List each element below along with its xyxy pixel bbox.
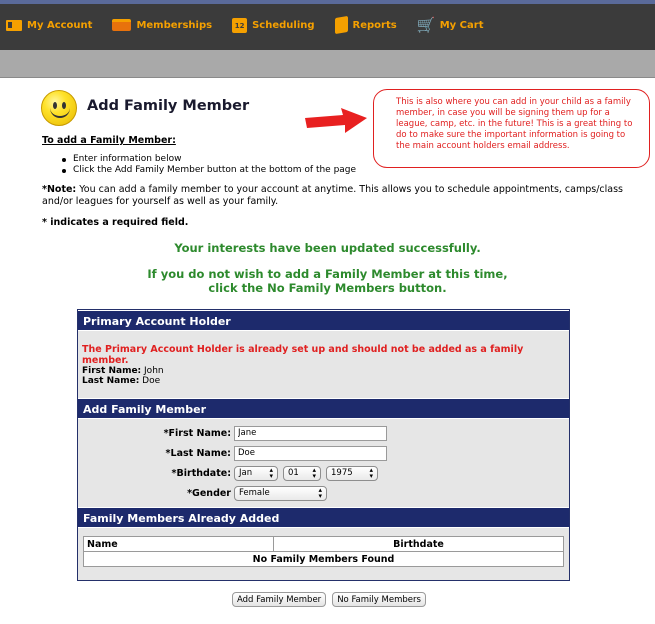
- nav-scheduling[interactable]: 12 Scheduling: [232, 17, 315, 33]
- annotation-callout: This is also where you can add in your c…: [373, 89, 650, 168]
- no-family-hint: If you do not wish to add a Family Membe…: [0, 267, 655, 295]
- table-row: No Family Members Found: [83, 551, 564, 567]
- note-label: *Note:: [42, 184, 77, 195]
- primary-first-value: John: [144, 366, 164, 376]
- nav-my-cart[interactable]: 🛒 My Cart: [416, 16, 484, 34]
- birthdate-label: *Birthdate:: [171, 467, 231, 479]
- col-name: Name: [83, 536, 274, 552]
- howto-steps: Enter information below Click the Add Fa…: [60, 154, 356, 176]
- smiley-mouth: [50, 107, 70, 118]
- success-message: Your interests have been updated success…: [174, 241, 481, 255]
- note-text: You can add a family member to your acco…: [42, 184, 623, 207]
- gender-row: *Gender Female ▴ ▾: [78, 483, 569, 503]
- gender-label: *Gender: [187, 487, 231, 499]
- top-nav-bar: My Account Memberships 12 Scheduling Rep…: [0, 0, 655, 50]
- first-name-input[interactable]: [234, 425, 387, 441]
- calendar-icon: 12: [232, 17, 248, 33]
- howto-step: Click the Add Family Member button at th…: [60, 165, 356, 176]
- nav-my-cart-label: My Cart: [439, 19, 484, 31]
- nav-memberships-label: Memberships: [136, 19, 213, 31]
- last-name-row: *Last Name:: [78, 443, 569, 463]
- primary-first-label: First Name:: [82, 366, 142, 376]
- howto-title: To add a Family Member:: [42, 135, 176, 146]
- primary-holder-warning: The Primary Account Holder is already se…: [82, 344, 524, 366]
- birth-month-select[interactable]: Jan ▴ ▾: [234, 465, 278, 481]
- howto-step: Enter information below: [60, 154, 356, 165]
- add-family-header: Add Family Member: [78, 398, 569, 419]
- no-family-hint-line1: If you do not wish to add a Family Membe…: [147, 267, 508, 281]
- already-added-header: Family Members Already Added: [78, 507, 569, 528]
- primary-last-name: Last Name: Doe: [78, 376, 569, 386]
- first-name-row: *First Name:: [78, 423, 569, 443]
- select-arrows-icon: ▴ ▾: [369, 466, 373, 480]
- col-birthdate: Birthdate: [273, 536, 564, 552]
- birthdate-row: *Birthdate: Jan ▴ ▾ 01 ▴ ▾ 1975 ▴ ▾: [78, 463, 569, 483]
- empty-table-message: No Family Members Found: [83, 551, 564, 567]
- birth-year-value: 1975: [331, 468, 353, 478]
- table-header-row: Name Birthdate: [83, 536, 564, 552]
- primary-last-value: Doe: [142, 376, 161, 386]
- cart-icon: 🛒: [416, 16, 436, 34]
- primary-holder-header: Primary Account Holder: [78, 310, 569, 331]
- last-name-input[interactable]: [234, 445, 387, 461]
- birth-day-value: 01: [288, 468, 299, 478]
- nav-my-account-label: My Account: [27, 19, 93, 31]
- birth-year-select[interactable]: 1975 ▴ ▾: [326, 465, 378, 481]
- primary-first-name: First Name: John: [78, 366, 569, 376]
- add-family-member-button[interactable]: Add Family Member: [232, 592, 327, 607]
- select-arrows-icon: ▴ ▾: [312, 466, 316, 480]
- nav-reports[interactable]: Reports: [334, 15, 397, 35]
- folder-icon: [334, 15, 348, 35]
- nav-reports-label: Reports: [352, 19, 397, 31]
- gender-value: Female: [239, 488, 270, 498]
- birth-day-select[interactable]: 01 ▴ ▾: [283, 465, 321, 481]
- primary-last-label: Last Name:: [82, 376, 140, 386]
- family-members-table: Name Birthdate No Family Members Found: [83, 536, 564, 567]
- main-nav: My Account Memberships 12 Scheduling Rep…: [0, 4, 655, 46]
- no-family-hint-line2: click the No Family Members button.: [208, 281, 447, 295]
- no-family-members-button[interactable]: No Family Members: [332, 592, 426, 607]
- select-arrows-icon: ▴ ▾: [318, 486, 322, 500]
- first-name-label: *First Name:: [163, 427, 231, 439]
- nav-scheduling-label: Scheduling: [252, 19, 315, 31]
- red-arrow-icon: [305, 108, 367, 133]
- account-card-icon: [6, 19, 22, 31]
- nav-my-account[interactable]: My Account: [6, 19, 93, 31]
- smiley-face-icon: [41, 90, 77, 126]
- membership-card-icon: [112, 19, 132, 31]
- action-buttons: Add Family Member No Family Members: [232, 592, 432, 607]
- last-name-label: *Last Name:: [165, 447, 231, 459]
- page-title: Add Family Member: [87, 98, 250, 114]
- family-member-panel: Primary Account Holder The Primary Accou…: [77, 309, 570, 581]
- required-note: * indicates a required field.: [42, 217, 189, 228]
- sub-nav-bar: [0, 50, 655, 78]
- note-paragraph: *Note: You can add a family member to yo…: [42, 184, 632, 207]
- birth-month-value: Jan: [239, 468, 253, 478]
- gender-select[interactable]: Female ▴ ▾: [234, 485, 327, 501]
- select-arrows-icon: ▴ ▾: [269, 466, 273, 480]
- nav-memberships[interactable]: Memberships: [112, 19, 212, 31]
